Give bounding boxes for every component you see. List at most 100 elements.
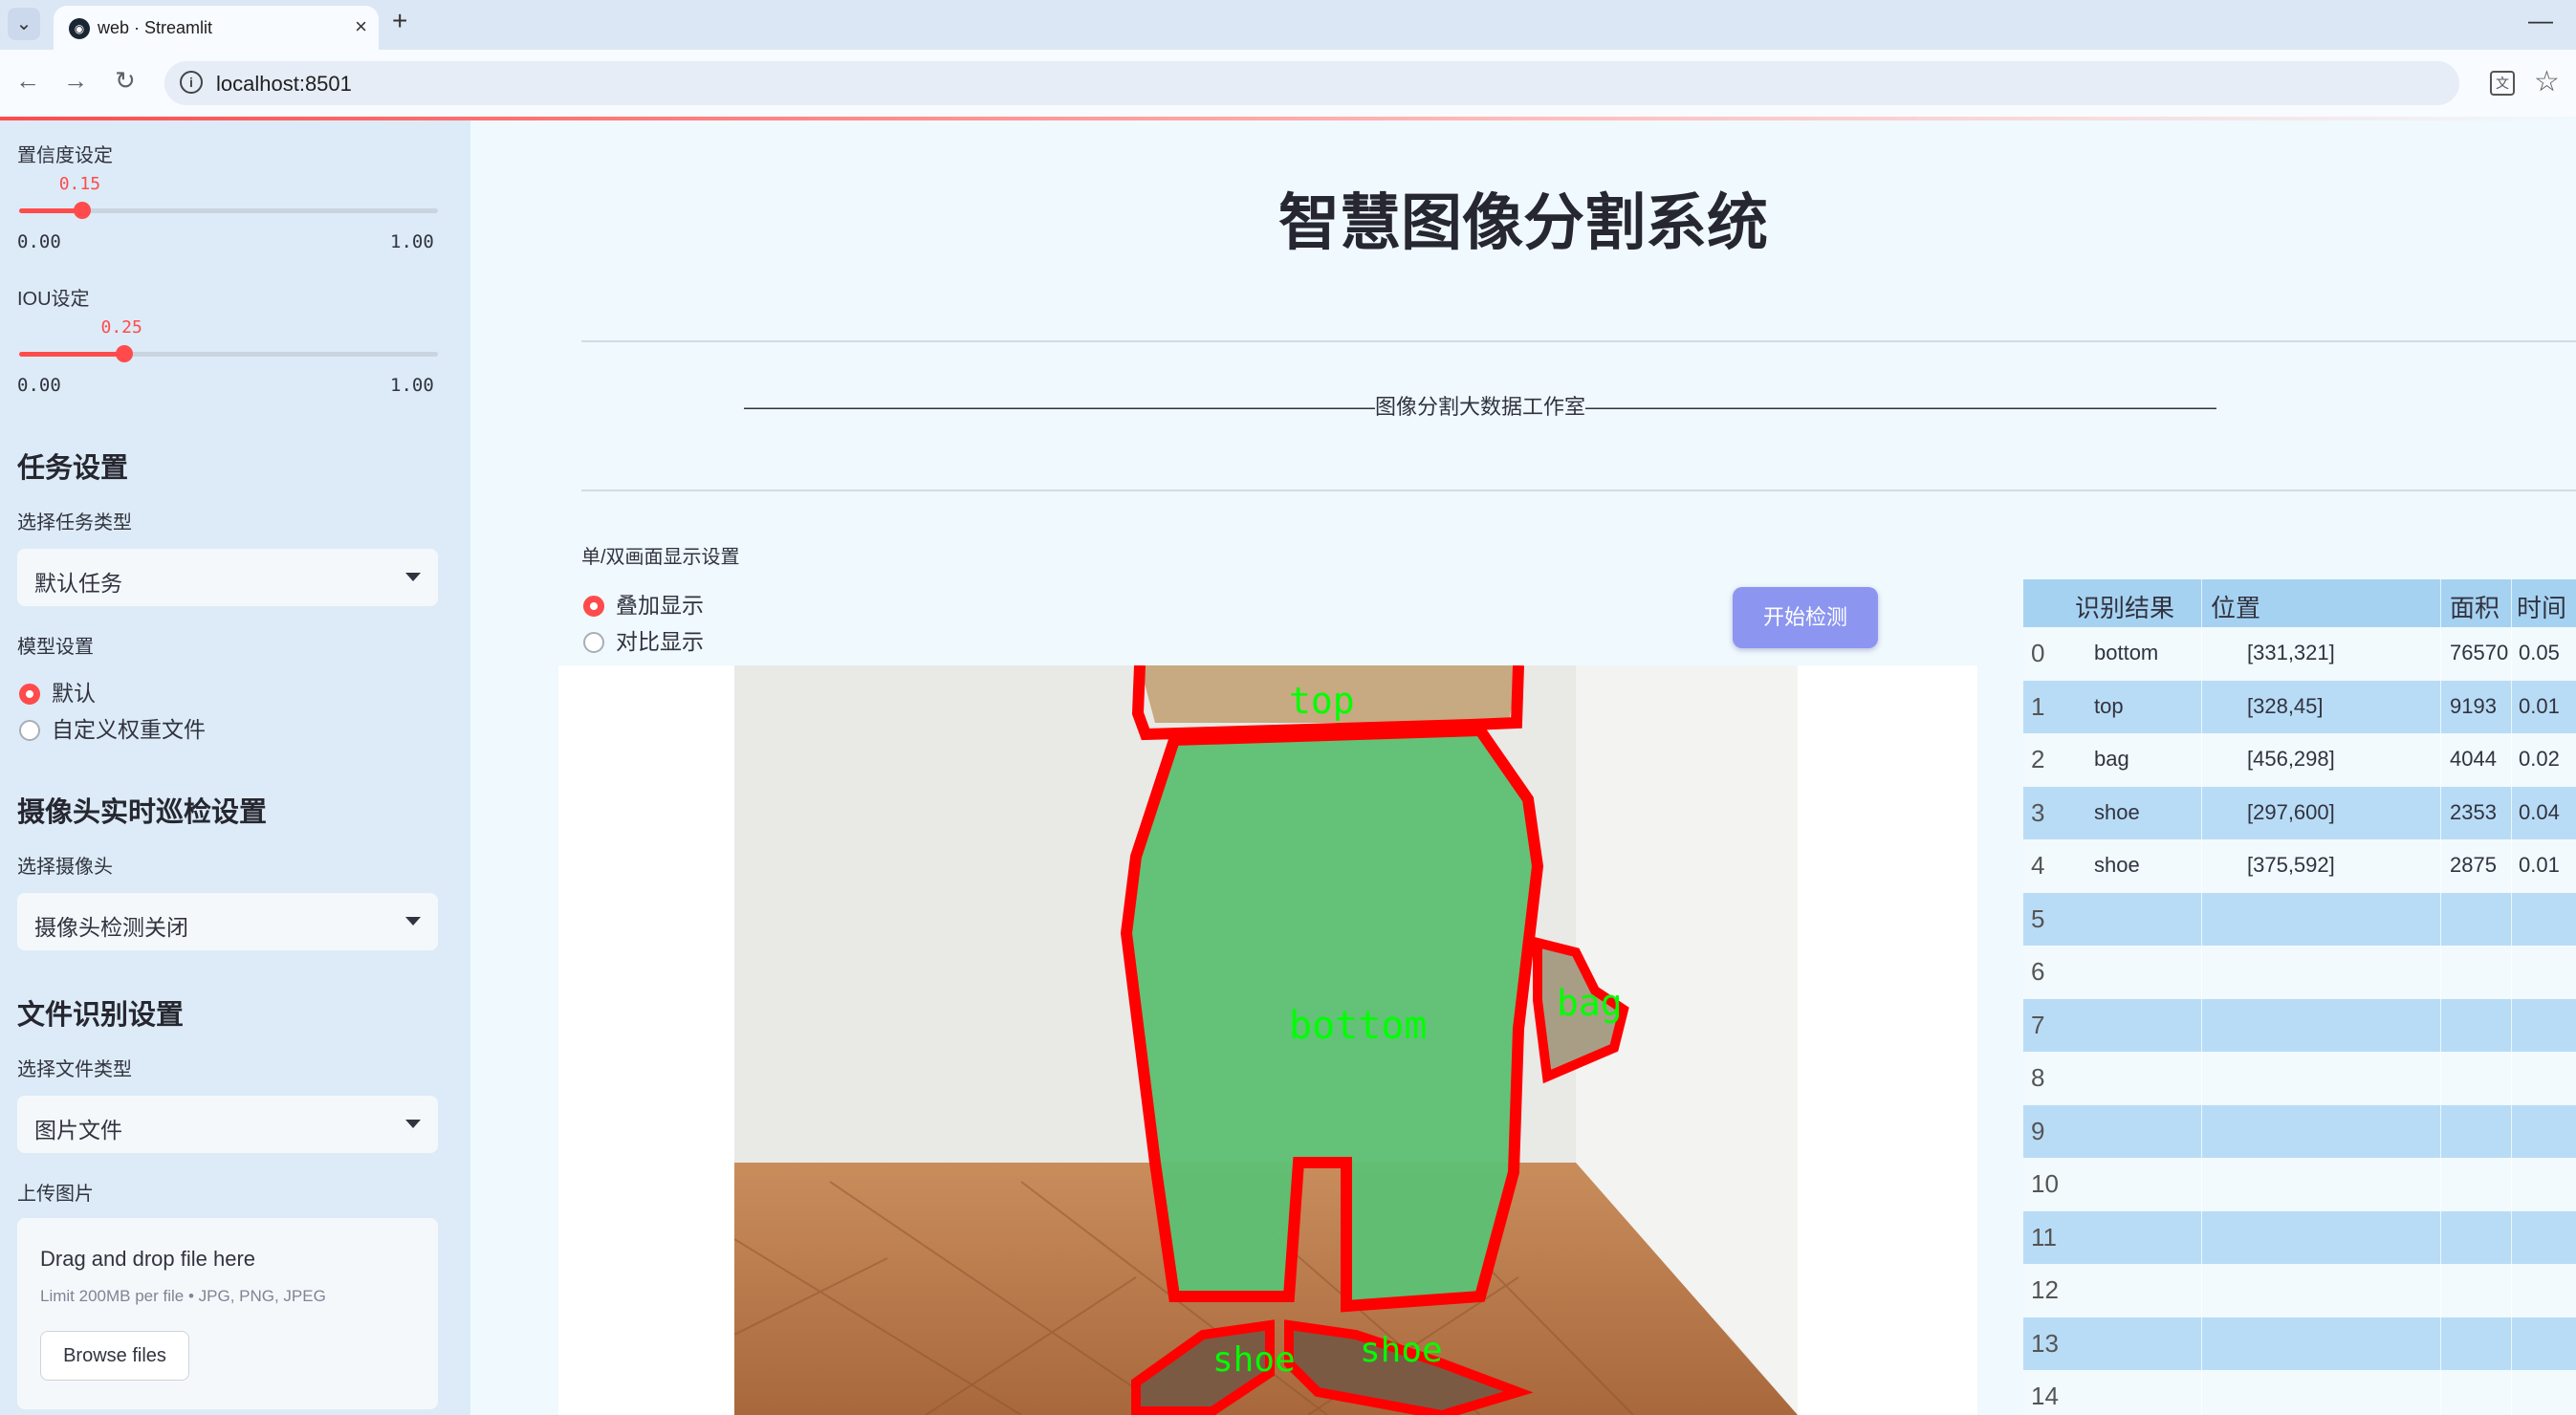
iou-slider[interactable] (19, 345, 438, 362)
row-index: 0 (2031, 639, 2045, 667)
table-row[interactable]: 0 bottom [331,321] 76570 0.05 (2023, 627, 2576, 680)
table-row[interactable]: 10 (2023, 1158, 2576, 1210)
bag-detection-label: bag (1557, 982, 1623, 1024)
chevron-down-icon (405, 917, 421, 925)
table-row[interactable]: 12 (2023, 1264, 2576, 1317)
display-radio-compare[interactable]: 对比显示 (583, 623, 704, 656)
reload-icon[interactable]: ↻ (115, 66, 136, 96)
bottom-detection-label: bottom (1289, 1004, 1428, 1048)
cell-area: 2875 (2450, 853, 2497, 877)
radio-unselected-icon[interactable] (19, 720, 40, 741)
iou-slider-thumb[interactable] (115, 345, 133, 362)
iou-min: 0.00 (17, 375, 61, 396)
upload-limit: Limit 200MB per file • JPG, PNG, JPEG (40, 1287, 326, 1305)
segmentation-result-image: top bottom bag shoe shoe (734, 665, 1798, 1415)
shoe-detection-label-1: shoe (1212, 1340, 1296, 1380)
row-index: 11 (2031, 1222, 2057, 1252)
task-type-label: 选择任务类型 (17, 512, 132, 533)
iou-slider-fill (19, 352, 124, 357)
row-index: 9 (2031, 1116, 2045, 1145)
table-row[interactable]: 9 (2023, 1104, 2576, 1158)
browser-tab[interactable]: ◉ web · Streamlit × (54, 6, 379, 50)
minimize-icon[interactable]: — (2528, 6, 2553, 35)
address-bar: ← → ↻ i localhost:8501 文 ☆ (0, 50, 2576, 117)
browse-files-button[interactable]: Browse files (40, 1331, 189, 1381)
model-radio-custom[interactable]: 自定义权重文件 (19, 711, 206, 744)
row-index: 3 (2031, 797, 2045, 827)
close-icon[interactable]: × (355, 14, 367, 39)
cell-area: 4044 (2450, 747, 2497, 771)
task-type-select[interactable]: 默认任务 (17, 549, 438, 606)
model-settings-label: 模型设置 (17, 637, 94, 658)
table-row[interactable]: 5 (2023, 892, 2576, 946)
display-radio-overlay[interactable]: 叠加显示 (583, 587, 704, 620)
iou-label: IOU设定 (17, 289, 90, 310)
column-divider (2440, 579, 2441, 1415)
col-header-area[interactable]: 面积 (2450, 589, 2500, 624)
table-row[interactable]: 7 (2023, 998, 2576, 1052)
column-divider (2511, 579, 2512, 1415)
file-type-select[interactable]: 图片文件 (17, 1096, 438, 1153)
table-row[interactable]: 14 (2023, 1370, 2576, 1415)
display-mode-label: 单/双画面显示设置 (581, 547, 740, 568)
camera-select[interactable]: 摄像头检测关闭 (17, 893, 438, 950)
streamlit-icon: ◉ (69, 18, 90, 39)
cell-label: shoe (2094, 853, 2140, 877)
table-row[interactable]: 11 (2023, 1210, 2576, 1264)
info-icon[interactable]: i (180, 71, 203, 94)
radio-unselected-icon[interactable] (583, 632, 604, 653)
cell-label: bag (2094, 747, 2129, 771)
url-text: localhost:8501 (216, 72, 352, 96)
row-index: 8 (2031, 1063, 2045, 1092)
cell-area: 9193 (2450, 693, 2497, 718)
table-row[interactable]: 8 (2023, 1052, 2576, 1104)
col-header-label[interactable]: 识别结果 (2075, 589, 2174, 624)
sidebar: 置信度设定 0.15 0.00 1.00 IOU设定 0.25 0.00 1.0… (0, 120, 470, 1415)
row-index: 6 (2031, 957, 2045, 986)
file-type-value: 图片文件 (34, 1118, 122, 1143)
tab-list-icon[interactable]: ⌄ (8, 8, 40, 40)
row-index: 10 (2031, 1169, 2059, 1198)
chevron-down-icon (405, 573, 421, 581)
row-index: 13 (2031, 1328, 2059, 1358)
row-index: 5 (2031, 903, 2045, 933)
table-row[interactable]: 6 (2023, 946, 2576, 998)
model-radio-default[interactable]: 默认 (19, 675, 96, 708)
model-option-custom: 自定义权重文件 (52, 717, 206, 742)
iou-value: 0.25 (100, 317, 142, 337)
start-detection-button[interactable]: 开始检测 (1733, 587, 1878, 648)
results-table[interactable]: 识别结果 位置 面积 时间 0 bottom [331,321] 76570 0.05 1… (2023, 579, 2576, 1415)
page-title: 智慧图像分割系统 (1278, 188, 1768, 257)
table-row[interactable]: 3 shoe [297,600] 2353 0.04 (2023, 786, 2576, 839)
display-option-overlay: 叠加显示 (616, 593, 704, 618)
file-uploader-dropzone[interactable]: Drag and drop file here Limit 200MB per … (17, 1218, 438, 1409)
plus-icon[interactable]: + (392, 6, 407, 36)
table-row[interactable]: 1 top [328,45] 9193 0.01 (2023, 680, 2576, 733)
table-row[interactable]: 4 shoe [375,592] 2875 0.01 (2023, 839, 2576, 892)
cell-label: bottom (2094, 641, 2159, 664)
row-index: 2 (2031, 745, 2045, 773)
cell-time: 0.05 (2519, 641, 2560, 664)
cell-time: 0.04 (2519, 799, 2560, 824)
url-field[interactable]: i localhost:8501 (164, 61, 2459, 105)
radio-selected-icon[interactable] (583, 596, 604, 617)
table-row[interactable]: 2 bag [456,298] 4044 0.02 (2023, 733, 2576, 786)
radio-selected-icon[interactable] (19, 684, 40, 705)
forward-icon[interactable]: → (63, 66, 88, 96)
row-index: 1 (2031, 691, 2045, 721)
star-icon[interactable]: ☆ (2534, 65, 2560, 98)
back-icon[interactable]: ← (15, 66, 40, 96)
cell-time: 0.02 (2519, 747, 2560, 771)
col-header-time[interactable]: 时间 (2517, 589, 2566, 624)
upload-title: Drag and drop file here (40, 1247, 256, 1271)
task-type-value: 默认任务 (34, 571, 122, 596)
col-header-position[interactable]: 位置 (2211, 589, 2260, 624)
translate-icon[interactable]: 文 (2490, 71, 2515, 96)
table-row[interactable]: 13 (2023, 1317, 2576, 1370)
chevron-down-icon (405, 1120, 421, 1128)
cell-position: [328,45] (2247, 693, 2324, 718)
browser-tab-bar: ⌄ ◉ web · Streamlit × + — (0, 0, 2576, 50)
table-header: 识别结果 位置 面积 时间 (2023, 579, 2576, 627)
camera-value: 摄像头检测关闭 (34, 915, 188, 940)
file-settings-heading: 文件识别设置 (17, 1000, 185, 1031)
